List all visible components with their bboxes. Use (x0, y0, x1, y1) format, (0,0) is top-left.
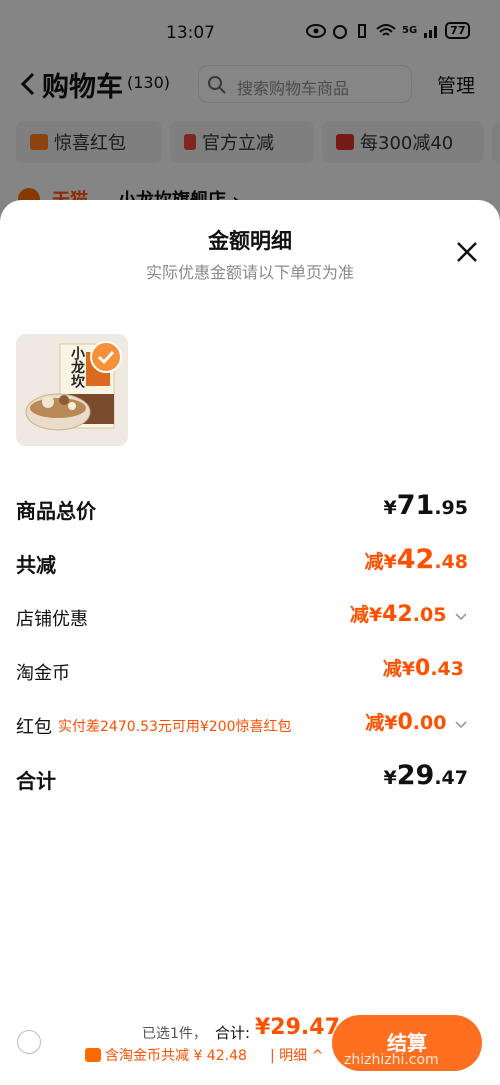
product-label: 小龙坎 (69, 346, 85, 388)
select-all-checkbox[interactable] (17, 1030, 41, 1054)
hongbao-value: 减¥0.00 (365, 708, 468, 735)
chevron-down-icon (455, 720, 467, 728)
taojinbi-label: 淘金币 (16, 663, 70, 684)
taojinbi-value: 减¥0.43 (382, 656, 464, 681)
close-icon[interactable] (453, 238, 481, 266)
row-hongbao[interactable]: 红包 实付差2470.53元可用¥200惊喜红包 减¥0.00 (16, 708, 468, 744)
row-total-discount: 共减 减¥42.48 (16, 544, 468, 580)
row-total-price: 商品总价 ¥71.95 (16, 490, 468, 526)
coin-discount-note: 含淘金币共减 ¥ 42.48 (85, 1045, 247, 1065)
chevron-down-icon (455, 612, 467, 620)
total-price-value: ¥71.95 (383, 490, 468, 521)
total-discount-value: 减¥42.48 (364, 544, 468, 575)
checkout-bar: 已选1件， 合计: ¥29.47 含淘金币共减 ¥ 42.48 | 明细 ^ 结… (0, 1005, 500, 1085)
bottom-total-label: 合计: (215, 1024, 251, 1042)
amount-detail-sheet: 金额明细 实际优惠金额请以下单页为准 小龙坎 商品总价 ¥71.95 共减 减¥… (0, 200, 500, 1085)
grand-total-value: ¥29.47 (383, 760, 468, 791)
coin-note-text: 含淘金币共减 ¥ 42.48 (105, 1048, 247, 1064)
row-grand-total: 合计 ¥29.47 (16, 760, 468, 796)
detail-toggle-link[interactable]: | 明细 ^ (270, 1045, 323, 1065)
sheet-title: 金额明细 (208, 229, 292, 253)
selected-count: 已选1件， (142, 1026, 207, 1042)
selected-check-badge (90, 341, 122, 373)
store-discount-value: 减¥42.05 (350, 600, 468, 627)
store-discount-label: 店铺优惠 (16, 609, 88, 630)
row-taojinbi: 淘金币 减¥0.43 (16, 654, 468, 690)
bottom-total-value: ¥29.47 (255, 1015, 340, 1040)
hongbao-label: 红包 (16, 717, 52, 738)
grand-total-label: 合计 (16, 769, 56, 793)
watermark: zhizhizhi.com (344, 1052, 439, 1068)
hongbao-note: 实付差2470.53元可用¥200惊喜红包 (58, 719, 292, 735)
total-discount-label: 共减 (16, 553, 56, 577)
total-price-label: 商品总价 (16, 499, 96, 523)
coin-icon (85, 1048, 101, 1062)
sheet-subtitle: 实际优惠金额请以下单页为准 (145, 263, 354, 282)
row-store-discount[interactable]: 店铺优惠 减¥42.05 (16, 600, 468, 636)
check-icon (97, 350, 115, 365)
